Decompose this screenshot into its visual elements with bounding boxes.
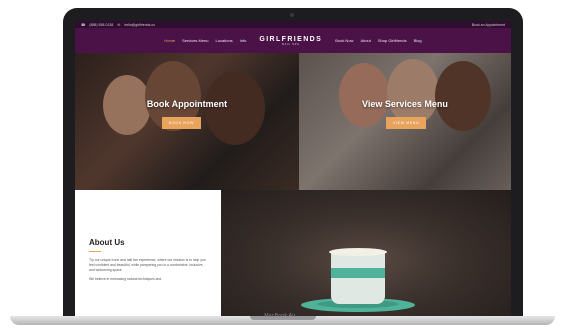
hero-right-title: View Services Menu — [362, 99, 448, 109]
website-screen: ☎ (888) 555-0138 ✉ hello@girlfriends.co … — [75, 21, 511, 318]
email-address[interactable]: hello@girlfriends.co — [124, 23, 155, 27]
top-contact-bar: ☎ (888) 555-0138 ✉ hello@girlfriends.co … — [75, 21, 511, 28]
nav-home[interactable]: Home — [164, 38, 175, 43]
nav-info[interactable]: Info — [240, 38, 247, 43]
cup-band — [331, 268, 385, 278]
phone-number[interactable]: (888) 555-0138 — [89, 23, 113, 27]
about-paragraph: Try our unique bone and nail bar experie… — [89, 258, 206, 272]
nav-blog[interactable]: Blog — [414, 38, 422, 43]
hero-left-title: Book Appointment — [146, 99, 228, 109]
about-title: About Us — [89, 238, 125, 247]
site-logo[interactable]: GIRLFRIENDS NAIL SPA — [259, 36, 322, 46]
hero-view-services: View Services Menu VIEW MENU — [299, 53, 511, 190]
view-menu-button[interactable]: VIEW MENU — [386, 117, 427, 129]
about-divider — [89, 251, 101, 252]
about-section: About Us Try our unique bone and nail ba… — [75, 190, 221, 318]
email-icon: ✉ — [117, 22, 121, 27]
nav-services-menu[interactable]: Services Menu — [182, 38, 208, 43]
hero-book-appointment: Book Appointment BOOK NOW — [75, 53, 299, 190]
book-now-button[interactable]: BOOK NOW — [162, 117, 201, 129]
logo-wordmark: GIRLFRIENDS — [259, 35, 323, 43]
phone-icon: ☎ — [81, 22, 86, 27]
nav-about[interactable]: About — [360, 38, 370, 43]
nav-locations[interactable]: Locations — [216, 38, 233, 43]
top-book-link[interactable]: Book an Appointment — [472, 23, 505, 27]
logo-subtitle: NAIL SPA — [281, 42, 300, 46]
laptop-lid: ☎ (888) 555-0138 ✉ hello@girlfriends.co … — [63, 8, 523, 318]
cup-rim — [329, 248, 387, 256]
camera-icon — [290, 13, 294, 17]
main-navigation: Home Services Menu Locations Info GIRLFR… — [75, 28, 511, 53]
nav-book-now[interactable]: Book Now — [335, 38, 353, 43]
nav-shop[interactable]: Shop Girlfriends — [378, 38, 407, 43]
device-label: MacBook Air — [264, 313, 296, 319]
coffee-cup-image — [221, 190, 511, 318]
about-paragraph: We believe in embracing natural techniqu… — [89, 277, 162, 281]
cup-body — [331, 252, 385, 304]
